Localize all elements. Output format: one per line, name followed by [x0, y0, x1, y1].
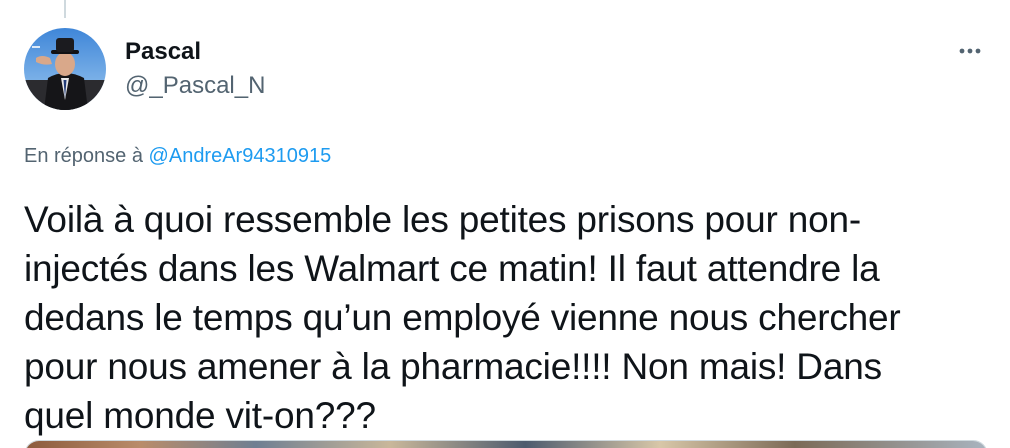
reply-context: En réponse à @AndreAr94310915 [24, 143, 331, 169]
thread-connector-line [64, 0, 66, 18]
reply-mention-link[interactable]: @AndreAr94310915 [149, 145, 332, 167]
tweet-text: Voilà à quoi ressemble les petites priso… [24, 199, 901, 436]
author-handle[interactable]: @_Pascal_N [125, 72, 265, 100]
media-image [25, 441, 987, 448]
reply-prefix: En réponse à [24, 145, 143, 167]
more-horizontal-icon [959, 41, 981, 59]
tweet-media[interactable] [24, 440, 988, 448]
author-display-name[interactable]: Pascal [125, 38, 201, 66]
tweet-card: Pascal @_Pascal_N En réponse à @AndreAr9… [0, 0, 1010, 448]
more-options-button[interactable] [950, 34, 990, 66]
avatar[interactable] [24, 28, 106, 110]
